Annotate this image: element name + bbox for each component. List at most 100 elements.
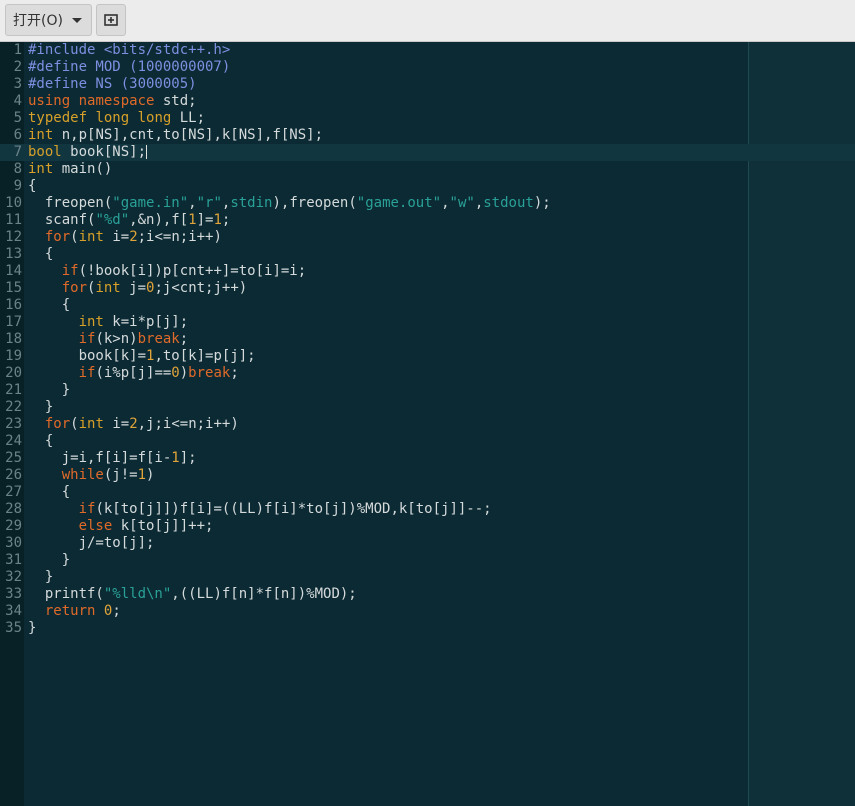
code-token: int: [28, 127, 54, 143]
code-token: (!book[i])p[cnt++]=to[i]=i;: [78, 263, 307, 279]
code-line[interactable]: 21 }: [0, 382, 855, 399]
code-token: }: [28, 620, 37, 636]
code-token: break: [137, 331, 180, 347]
code-token: n,p[NS],cnt,to[NS],k[NS],f[NS];: [53, 127, 324, 143]
code-token: ,: [441, 195, 450, 211]
code-token: }: [28, 569, 54, 585]
line-number: 6: [13, 127, 22, 143]
line-number: 29: [5, 518, 22, 534]
code-line[interactable]: 7 bool book[NS];: [0, 144, 855, 161]
line-number: 27: [5, 484, 22, 500]
code-content[interactable]: 1 #include <bits/stdc++.h> 2 #define MOD (1…: [0, 42, 855, 637]
code-text: #define NS (3000005): [28, 76, 197, 93]
code-line[interactable]: 35}: [0, 620, 855, 637]
code-token: "%d": [95, 212, 130, 228]
code-line[interactable]: 14 if(!book[i])p[cnt++]=to[i]=i;: [0, 263, 855, 280]
code-line[interactable]: 2 #define MOD (1000000007): [0, 59, 855, 76]
code-token: j=: [120, 280, 147, 296]
code-token: int: [78, 229, 104, 245]
code-token: #include <bits/stdc++.h>: [28, 42, 231, 58]
code-text: }: [28, 569, 53, 586]
code-line[interactable]: 15 for(int j=0;j<cnt;j++): [0, 280, 855, 297]
code-token: return: [44, 603, 96, 619]
code-line[interactable]: 3 #define NS (3000005): [0, 76, 855, 93]
code-line[interactable]: 4 using namespace std;: [0, 93, 855, 110]
code-text: for(int j=0;j<cnt;j++): [28, 280, 247, 297]
code-token: namespace: [78, 93, 155, 109]
code-token: "%lld\n": [103, 586, 172, 602]
code-line[interactable]: 18 if(k>n)break;: [0, 331, 855, 348]
code-line[interactable]: 6 int n,p[NS],cnt,to[NS],k[NS],f[NS];: [0, 127, 855, 144]
code-token: if: [61, 263, 79, 279]
code-token: ];: [179, 450, 197, 466]
code-token: ,j;i<=n;i++): [137, 416, 239, 432]
code-text: {: [28, 246, 53, 263]
code-line[interactable]: 5 typedef long long LL;: [0, 110, 855, 127]
code-line[interactable]: 29 else k[to[j]]++;: [0, 518, 855, 535]
code-text: freopen("game.in","r",stdin),freopen("ga…: [28, 195, 551, 212]
code-token: ,((LL)f[n]*f[n])%MOD);: [171, 586, 357, 602]
code-line[interactable]: 28 if(k[to[j]])f[i]=((LL)f[i]*to[j])%MOD…: [0, 501, 855, 518]
code-line[interactable]: 17 int k=i*p[j];: [0, 314, 855, 331]
code-line[interactable]: 32 }: [0, 569, 855, 586]
code-line[interactable]: 1 #include <bits/stdc++.h>: [0, 42, 855, 59]
code-line[interactable]: 12 for(int i=2;i<=n;i++): [0, 229, 855, 246]
code-line[interactable]: 26 while(j!=1): [0, 467, 855, 484]
code-token: printf(: [28, 586, 104, 602]
code-text: int k=i*p[j];: [28, 314, 189, 331]
line-number: 32: [5, 569, 22, 585]
chevron-down-icon[interactable]: [72, 17, 82, 23]
code-line[interactable]: 9{: [0, 178, 855, 195]
code-token: ;: [230, 365, 239, 381]
code-token: (k[to[j]])f[i]=((LL)f[i]*to[j])%MOD,k[to…: [95, 501, 492, 517]
code-line[interactable]: 23 for(int i=2,j;i<=n;i++): [0, 416, 855, 433]
code-token: 0: [171, 365, 180, 381]
code-token: }: [28, 552, 71, 568]
new-document-button[interactable]: [96, 4, 126, 36]
line-number: 28: [5, 501, 22, 517]
code-token: i=: [103, 416, 130, 432]
code-token: ): [179, 365, 189, 381]
code-token: (: [70, 416, 79, 432]
code-line[interactable]: 11 scanf("%d",&n),f[1]=1;: [0, 212, 855, 229]
code-token: 1: [171, 450, 180, 466]
code-token: j=i,f[i]=f[i-: [28, 450, 172, 466]
line-number: 11: [5, 212, 22, 228]
code-line[interactable]: 24 {: [0, 433, 855, 450]
line-number: 24: [5, 433, 22, 449]
line-number: 18: [5, 331, 22, 347]
code-line[interactable]: 16 {: [0, 297, 855, 314]
code-token: {: [28, 433, 54, 449]
code-token: break: [188, 365, 231, 381]
code-token: 1: [137, 467, 147, 483]
code-line[interactable]: 27 {: [0, 484, 855, 501]
code-line[interactable]: 22 }: [0, 399, 855, 416]
code-line[interactable]: 10 freopen("game.in","r",stdin),freopen(…: [0, 195, 855, 212]
code-token: ;: [112, 603, 121, 619]
open-button[interactable]: 打开(O): [5, 4, 92, 36]
line-number: 21: [5, 382, 22, 398]
code-text: for(int i=2,j;i<=n;i++): [28, 416, 239, 433]
code-line[interactable]: 13 {: [0, 246, 855, 263]
code-token: i=: [103, 229, 130, 245]
code-text: #define MOD (1000000007): [28, 59, 230, 76]
code-line[interactable]: 33 printf("%lld\n",((LL)f[n]*f[n])%MOD);: [0, 586, 855, 603]
code-editor[interactable]: 1 #include <bits/stdc++.h> 2 #define MOD (1…: [0, 42, 855, 806]
code-token: bool: [28, 144, 62, 160]
code-line[interactable]: 19 book[k]=1,to[k]=p[j];: [0, 348, 855, 365]
code-line[interactable]: 20 if(i%p[j]==0)break;: [0, 365, 855, 382]
code-line[interactable]: 30 j/=to[j];: [0, 535, 855, 552]
code-text: while(j!=1): [28, 467, 155, 484]
code-line[interactable]: 25 j=i,f[i]=f[i-1];: [0, 450, 855, 467]
code-token: ,: [188, 195, 197, 211]
code-line[interactable]: 31 }: [0, 552, 855, 569]
code-text: else k[to[j]]++;: [28, 518, 214, 535]
code-line[interactable]: 34 return 0;: [0, 603, 855, 620]
code-line[interactable]: 8 int main(): [0, 161, 855, 178]
